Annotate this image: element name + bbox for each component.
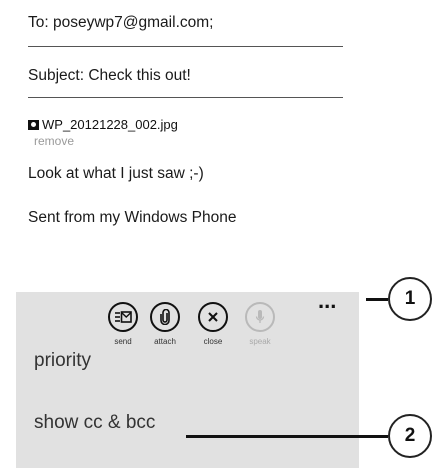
speak-button[interactable]: speak bbox=[237, 302, 283, 346]
to-underline bbox=[28, 46, 343, 47]
attachment-name: WP_20121228_002.jpg bbox=[42, 117, 178, 132]
microphone-icon bbox=[245, 302, 275, 332]
subject-value: Check this out! bbox=[88, 67, 191, 84]
send-button[interactable]: send bbox=[100, 302, 146, 346]
speak-label: speak bbox=[249, 337, 271, 346]
menu-item-priority[interactable]: priority bbox=[34, 350, 91, 372]
attach-button[interactable]: attach bbox=[142, 302, 188, 346]
close-icon bbox=[198, 302, 228, 332]
message-body-line[interactable]: Look at what I just saw ;-) bbox=[28, 165, 204, 183]
attach-label: attach bbox=[154, 337, 176, 346]
close-label: close bbox=[203, 337, 223, 346]
menu-item-show-cc-bcc[interactable]: show cc & bcc bbox=[34, 412, 155, 434]
send-mail-icon bbox=[108, 302, 138, 332]
close-button[interactable]: close bbox=[190, 302, 236, 346]
callout-1: 1 bbox=[388, 277, 432, 321]
remove-attachment-link[interactable]: remove bbox=[34, 134, 74, 148]
image-icon bbox=[28, 119, 39, 130]
subject-underline bbox=[28, 97, 343, 98]
app-bar: send attach close speak ... priority sho… bbox=[16, 290, 359, 468]
attachment-item: WP_20121228_002.jpg bbox=[28, 117, 178, 132]
signature-line[interactable]: Sent from my Windows Phone bbox=[28, 209, 236, 227]
more-options-button[interactable]: ... bbox=[318, 290, 336, 312]
callout-line-2 bbox=[186, 435, 388, 438]
callout-line-1 bbox=[366, 298, 388, 301]
callout-2: 2 bbox=[388, 414, 432, 458]
send-label: send bbox=[114, 337, 132, 346]
to-value: poseywp7@gmail.com; bbox=[53, 14, 214, 31]
to-field[interactable]: To: poseywp7@gmail.com; bbox=[28, 14, 343, 32]
subject-field[interactable]: Subject: Check this out! bbox=[28, 67, 343, 85]
to-label: To: bbox=[28, 14, 49, 31]
email-compose-screen: To: poseywp7@gmail.com; Subject: Check t… bbox=[16, 0, 359, 468]
subject-label: Subject: bbox=[28, 67, 85, 84]
paperclip-icon bbox=[150, 302, 180, 332]
